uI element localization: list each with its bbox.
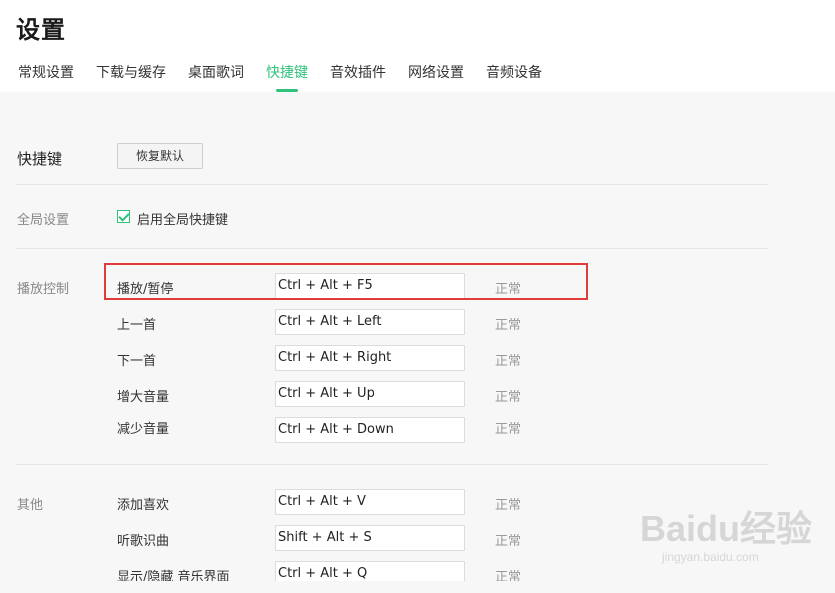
watermark-logo: Baidu经验	[640, 508, 813, 549]
tab-general[interactable]: 常规设置	[18, 62, 74, 82]
status-volume-down: 正常	[495, 422, 522, 437]
action-label-previous: 上一首	[117, 318, 157, 333]
tab-desktop-lyrics[interactable]: 桌面歌词	[188, 62, 244, 82]
bottom-edge	[0, 581, 835, 593]
status-add-favorite: 正常	[495, 498, 522, 513]
status-previous: 正常	[495, 318, 522, 333]
divider	[16, 464, 768, 465]
tab-audio-device[interactable]: 音频设备	[486, 62, 542, 82]
action-label-song-recognition: 听歌识曲	[117, 534, 170, 549]
shortcut-field-previous[interactable]: Ctrl + Alt + Left	[275, 309, 465, 335]
other-section-label: 其他	[17, 498, 44, 513]
shortcut-field-song-recognition[interactable]: Shift + Alt + S	[275, 525, 465, 551]
highlight-annotation-box	[104, 263, 588, 300]
action-label-volume-down: 减少音量	[117, 422, 170, 437]
status-volume-up: 正常	[495, 390, 522, 405]
tab-shortcuts[interactable]: 快捷键	[266, 62, 308, 82]
divider	[16, 184, 768, 185]
settings-header: 设置 常规设置 下载与缓存 桌面歌词 快捷键 音效插件 网络设置 音频设备	[0, 0, 835, 92]
enable-global-shortcuts-checkbox[interactable]	[117, 210, 130, 223]
status-song-recognition: 正常	[495, 534, 522, 549]
tab-download-cache[interactable]: 下载与缓存	[96, 62, 166, 82]
action-label-add-favorite: 添加喜欢	[117, 498, 170, 513]
action-label-volume-up: 增大音量	[117, 390, 170, 405]
restore-default-button[interactable]: 恢复默认	[117, 143, 204, 169]
shortcut-field-add-favorite[interactable]: Ctrl + Alt + V	[275, 489, 465, 515]
shortcut-field-volume-down[interactable]: Ctrl + Alt + Down	[275, 417, 465, 443]
status-next: 正常	[495, 354, 522, 369]
action-label-next: 下一首	[117, 354, 157, 369]
shortcuts-section-label: 快捷键	[17, 150, 63, 168]
shortcut-field-volume-up[interactable]: Ctrl + Alt + Up	[275, 381, 465, 407]
baidu-jingyan-watermark: Baidu经验 jingyan.baidu.com	[640, 500, 820, 580]
enable-global-shortcuts-label: 启用全局快捷键	[137, 213, 229, 228]
playback-section-label: 播放控制	[17, 282, 70, 297]
watermark-url: jingyan.baidu.com	[662, 550, 759, 564]
divider	[16, 248, 768, 249]
shortcut-field-next[interactable]: Ctrl + Alt + Right	[275, 345, 465, 371]
tab-audio-effects[interactable]: 音效插件	[330, 62, 386, 82]
global-section-label: 全局设置	[17, 213, 70, 228]
page-title: 设置	[16, 16, 66, 44]
tab-network[interactable]: 网络设置	[408, 62, 464, 82]
